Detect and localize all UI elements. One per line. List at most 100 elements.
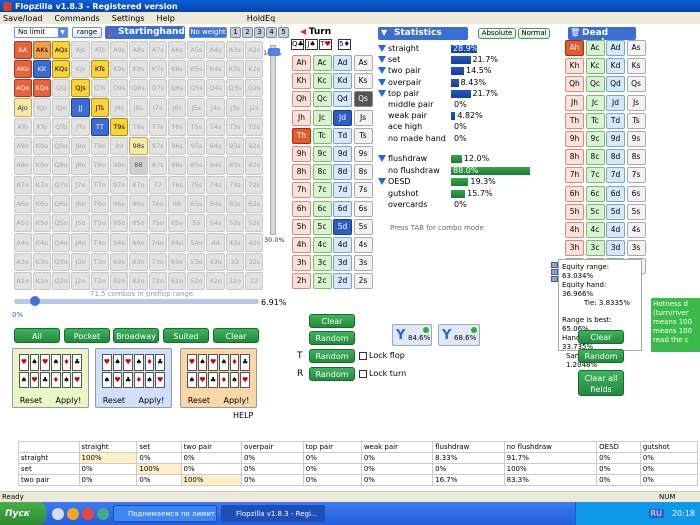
hand-cell[interactable]: 76o [148, 194, 167, 214]
hand-cell[interactable]: A7s [148, 40, 167, 59]
card-6h[interactable]: 6h [565, 185, 584, 202]
taskbar-item-flopzilla[interactable]: Flopzilla v1.8.3 - Regi... [221, 505, 325, 522]
card-Ad[interactable]: Ad [606, 40, 625, 56]
hand-cell[interactable]: 54o [187, 233, 206, 252]
hand-cell[interactable]: Q8o [52, 156, 71, 175]
hand-cell[interactable]: K2s [245, 59, 264, 79]
hand-cell[interactable]: T6o [90, 194, 109, 214]
clear-all-fields-button[interactable]: Clear all fields [578, 370, 624, 396]
hand-cell[interactable]: 97o [109, 175, 129, 194]
hand-cell[interactable]: ATs [90, 40, 109, 59]
card-9c[interactable]: 9c [585, 131, 605, 147]
hand-cell[interactable]: 63o [167, 252, 187, 272]
hand-cell[interactable]: J8s [129, 98, 148, 117]
filter-icon[interactable] [378, 155, 386, 162]
menu-holdeq[interactable]: HoldEq [247, 14, 275, 23]
hand-cell[interactable]: TT [90, 117, 109, 136]
hand-cell[interactable]: J5o [71, 214, 90, 233]
card-8h[interactable]: 8h [292, 164, 311, 181]
stat-row[interactable]: no made hand 0% [378, 134, 548, 144]
hand-cell[interactable]: A8o [13, 156, 32, 175]
hand-cell[interactable]: Q3s [225, 79, 245, 98]
normal-button[interactable]: Normal [518, 28, 550, 39]
hand-cell[interactable]: 73o [148, 252, 167, 272]
hand-cell[interactable]: 87s [148, 156, 167, 175]
hand-cell[interactable]: J2o [71, 272, 90, 291]
card-Jd[interactable]: Jd [606, 94, 625, 111]
hand-cell[interactable]: Q2o [52, 272, 71, 291]
absolute-button[interactable]: Absolute [478, 28, 516, 39]
card-4s[interactable]: 4s [353, 237, 373, 253]
hand-cell[interactable]: K7o [32, 175, 52, 194]
taskbar-item-browser[interactable]: Поднимаемся по лимит... [113, 505, 217, 522]
hand-cell[interactable]: JJ [71, 98, 90, 117]
turn-random-button[interactable]: Random [309, 331, 355, 345]
turn-clear-button[interactable]: Clear [309, 314, 355, 328]
card-6c[interactable]: 6c [312, 200, 332, 217]
card-5h[interactable]: 5h [565, 203, 584, 220]
card-4d[interactable]: 4d [333, 237, 352, 253]
hand-cell[interactable]: QJo [52, 98, 71, 117]
card-2h[interactable]: 2h [292, 273, 311, 290]
hand-cell[interactable]: T7o [90, 175, 109, 194]
hand-cell[interactable]: 73s [225, 175, 245, 194]
hand-cell[interactable]: T5s [187, 117, 206, 136]
hand-cell[interactable]: 82o [129, 272, 148, 291]
equity-mode-r[interactable] [551, 262, 558, 268]
filter-icon[interactable] [378, 45, 386, 52]
card-2d[interactable]: 2d [333, 273, 352, 290]
stat-row[interactable]: straight 28.9% [378, 44, 548, 54]
hand-cell[interactable]: 98o [109, 156, 129, 175]
dead-clear-button[interactable]: Clear [578, 330, 624, 344]
hand-cell[interactable]: 96s [167, 136, 187, 156]
card-Qc[interactable]: Qc [312, 91, 332, 108]
hand-cell[interactable]: 92s [245, 136, 264, 156]
hand-cell[interactable]: K5s [187, 59, 206, 79]
card-As[interactable]: As [353, 55, 373, 71]
card-Ah[interactable]: Ah [565, 40, 584, 56]
card-Qs[interactable]: Qs [353, 91, 373, 108]
card-Th[interactable]: Th [565, 112, 584, 129]
hand-cell[interactable]: J6o [71, 194, 90, 214]
hand-cell[interactable]: J4s [206, 98, 225, 117]
card-Tc[interactable]: Tc [585, 112, 605, 129]
hand-cell[interactable]: 53o [187, 252, 206, 272]
card-8s[interactable]: 8s [626, 149, 646, 166]
menu-settings[interactable]: Settings [112, 14, 145, 23]
hand-cell[interactable]: 95o [109, 214, 129, 233]
hand-cell[interactable]: 43o [206, 252, 225, 272]
range-tab-2[interactable]: 2 [242, 27, 253, 38]
card-8c[interactable]: 8c [585, 149, 605, 166]
card-7s[interactable]: 7s [353, 182, 373, 199]
card-3c[interactable]: 3c [312, 255, 332, 272]
card-8c[interactable]: 8c [312, 164, 332, 181]
weight-slider[interactable] [268, 45, 280, 235]
hand-cell[interactable]: 77 [148, 175, 167, 194]
hand-cell[interactable]: AJs [71, 40, 90, 59]
card-4d[interactable]: 4d [606, 222, 625, 238]
hand-cell[interactable]: 43s [225, 233, 245, 252]
suited-button[interactable]: Suited [163, 328, 209, 343]
hand-cell[interactable]: 92o [109, 272, 129, 291]
hand-cell[interactable]: AQs [52, 40, 71, 59]
hand-cell[interactable]: KJo [32, 98, 52, 117]
hand-cell[interactable]: 75o [148, 214, 167, 233]
filter-icon[interactable] [378, 78, 386, 86]
hand-cell[interactable]: AA [13, 40, 32, 59]
hand-cell[interactable]: QJs [71, 79, 90, 98]
hand-cell[interactable]: T8s [129, 117, 148, 136]
quicklaunch-icon[interactable] [67, 507, 79, 520]
hand-cell[interactable]: Q6s [167, 79, 187, 98]
card-7c[interactable]: 7c [312, 182, 332, 199]
hand-cell[interactable]: 97s [148, 136, 167, 156]
card-3c[interactable]: 3c [585, 240, 605, 257]
hand-cell[interactable]: J9s [109, 98, 129, 117]
hand-cell[interactable]: A8s [129, 40, 148, 59]
card-9c[interactable]: 9c [312, 146, 332, 162]
quicklaunch-icon[interactable] [82, 507, 94, 520]
card-9d[interactable]: 9d [333, 146, 352, 162]
hand-cell[interactable]: KQs [52, 59, 71, 79]
card-5s[interactable]: 5s [626, 203, 646, 220]
hand-cell[interactable]: A3o [13, 252, 32, 272]
card-Kd[interactable]: Kd [333, 73, 352, 90]
